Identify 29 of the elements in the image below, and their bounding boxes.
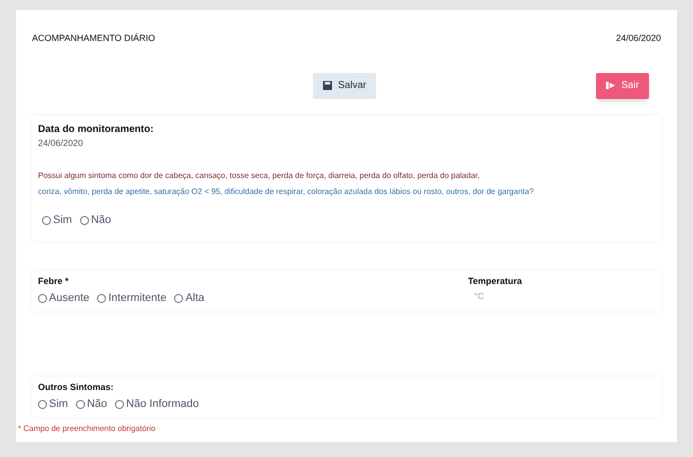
radio-option[interactable]: Sim <box>38 396 68 412</box>
exit-icon <box>606 81 616 90</box>
temperature-label: Temperatura <box>468 274 523 288</box>
page-title: ACOMPANHAMENTO DIÁRIO <box>32 32 156 45</box>
radio-button[interactable] <box>115 400 124 409</box>
temperature-field[interactable]: °C <box>468 290 588 304</box>
required-field-note: * Campo de preenchimento obrigatório <box>18 422 156 434</box>
fever-label: Febre * <box>38 274 70 288</box>
radio-option[interactable]: Intermitente <box>97 290 166 306</box>
save-icon <box>323 81 332 90</box>
radio-button[interactable] <box>97 294 106 303</box>
save-button[interactable]: Salvar <box>313 72 376 98</box>
header-date: 24/06/2020 <box>616 32 661 45</box>
radio-button[interactable] <box>174 294 184 303</box>
radio-button[interactable] <box>42 216 51 225</box>
symptoms-question: Possui algum sintoma como dor de cabeça, cansaço, tosse seca, perda de força, diarreia, perda do olfato, perda do paladar, coriza, vômito, perda de apetite, saturação O2 < 95, dificuldade de respirar, coloração azulada dos lábios ou rosto, outros, dor de garganta? <box>38 170 535 198</box>
radio-option[interactable]: Não <box>80 212 112 228</box>
monitoring-date: 24/06/2020 <box>38 136 84 150</box>
other-symptoms-label: Outros Sintomas: <box>38 380 115 394</box>
radio-button[interactable] <box>76 400 85 409</box>
monitoring-label: Data do monitoramento: <box>38 122 155 136</box>
radio-button[interactable] <box>80 216 89 225</box>
radio-button[interactable] <box>38 294 47 303</box>
radio-button[interactable] <box>38 400 47 409</box>
radio-option[interactable]: Não Informado <box>115 396 199 412</box>
radio-option[interactable]: Ausente <box>38 290 90 306</box>
radio-option[interactable]: Sim <box>42 212 72 228</box>
radio-option[interactable]: Não <box>76 396 108 412</box>
radio-option[interactable]: Alta <box>174 290 204 306</box>
